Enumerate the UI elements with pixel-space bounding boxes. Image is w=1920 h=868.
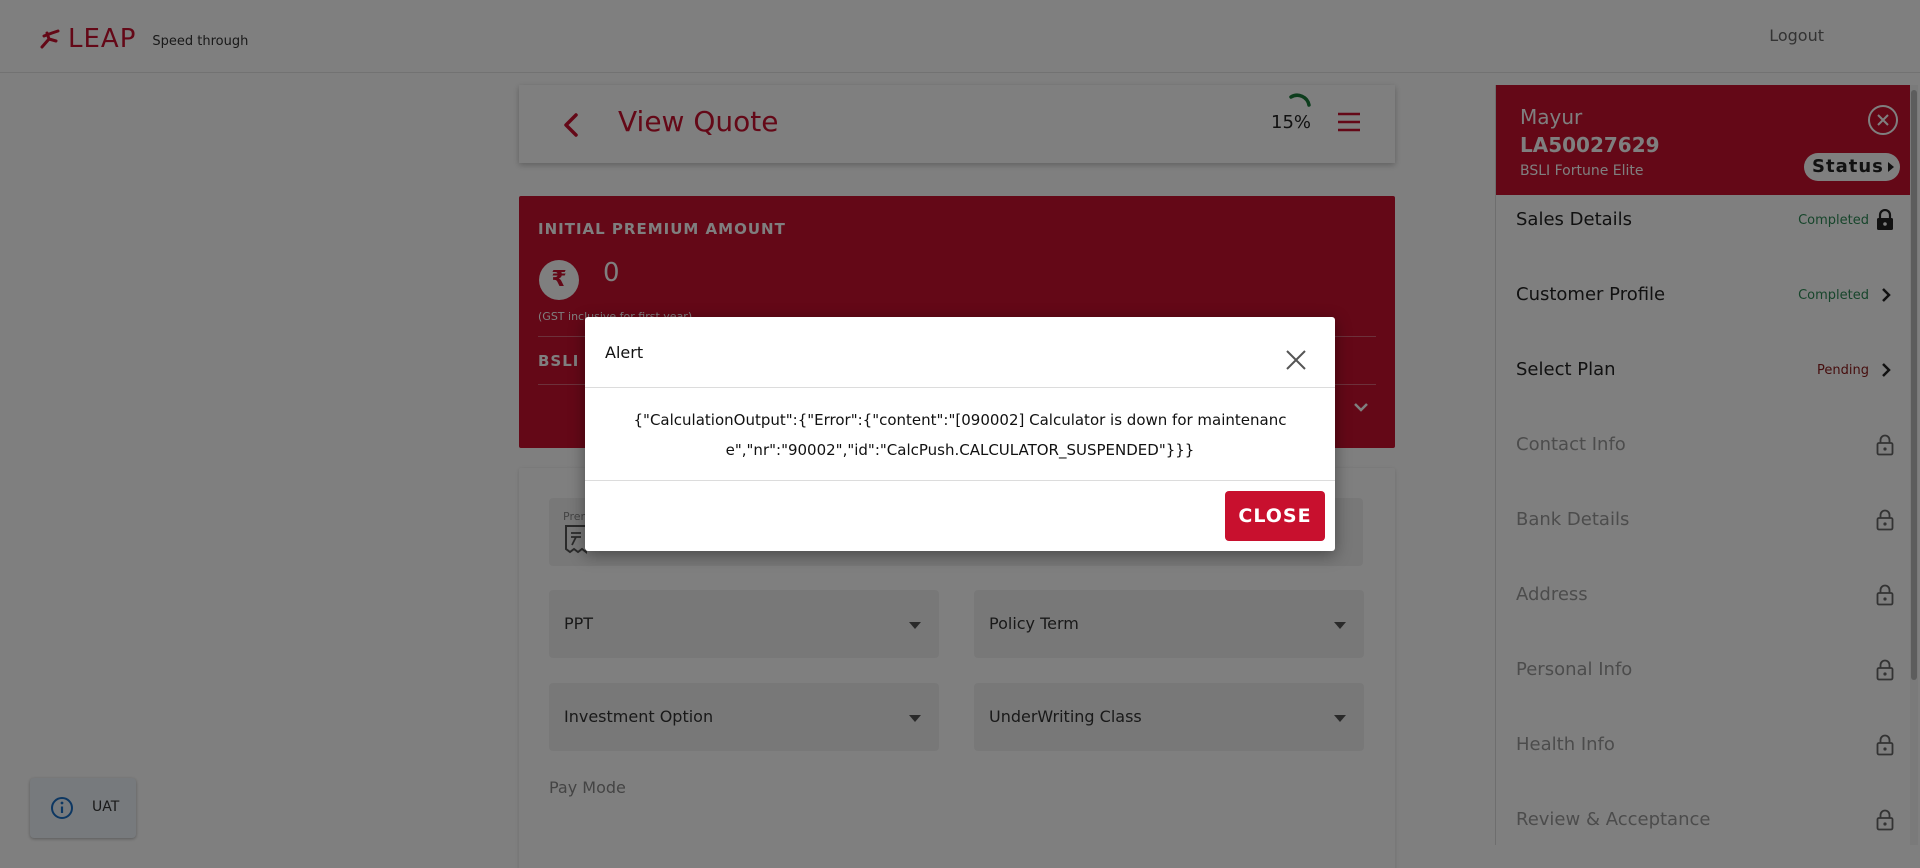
alert-dialog: Alert {"CalculationOutput":{"Error":{"co… (585, 317, 1335, 551)
close-icon[interactable] (1283, 347, 1309, 373)
dialog-message: {"CalculationOutput":{"Error":{"content"… (633, 411, 1287, 459)
dialog-title: Alert (605, 343, 644, 362)
dialog-divider (585, 480, 1335, 481)
dialog-divider (585, 387, 1335, 388)
close-button[interactable]: CLOSE (1225, 491, 1325, 541)
